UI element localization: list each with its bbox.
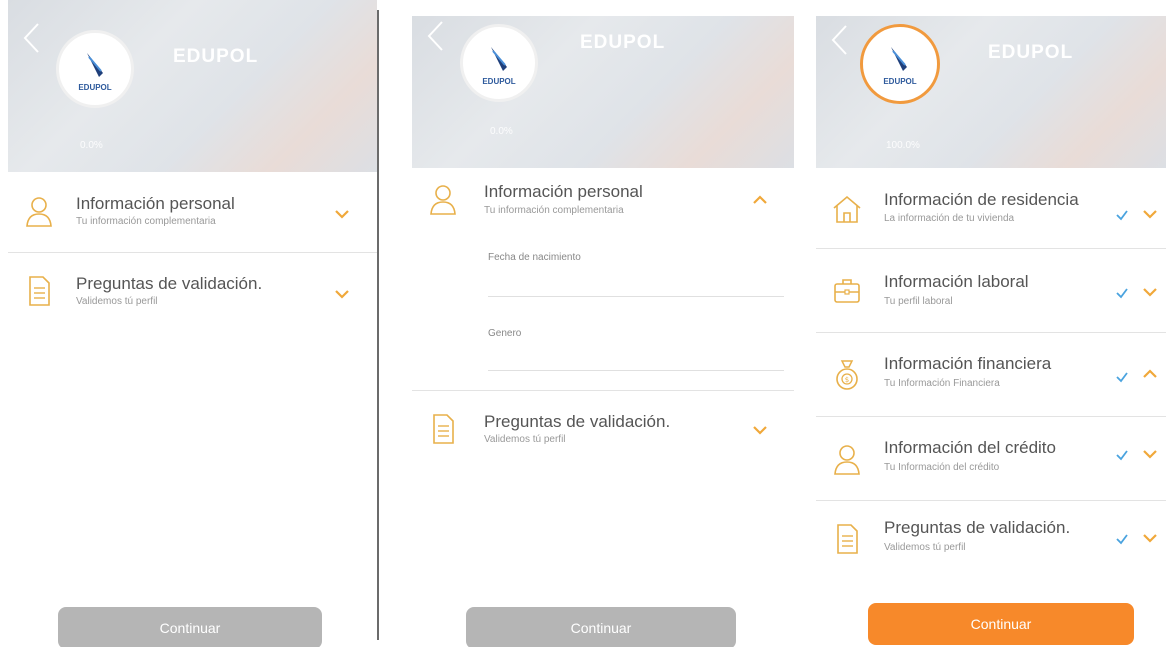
continue-button[interactable]: Continuar — [868, 603, 1134, 645]
logo-text: EDUPOL — [78, 83, 112, 92]
profile-header: EDUPOL EDUPOL 0.0% — [412, 16, 794, 168]
chevron-down-icon[interactable] — [1142, 448, 1158, 460]
logo-text: EDUPOL — [883, 77, 917, 86]
back-icon[interactable] — [20, 20, 42, 56]
svg-text:$: $ — [845, 376, 849, 384]
check-icon — [1116, 534, 1128, 545]
gender-field[interactable] — [488, 370, 784, 371]
screen-3: EDUPOL EDUPOL 100.0% Información de resi… — [816, 0, 1166, 647]
logo-text: EDUPOL — [482, 77, 516, 86]
chevron-up-icon[interactable] — [752, 194, 768, 206]
section-subtitle: Tu información complementaria — [484, 205, 624, 216]
section-title: Información financiera — [884, 354, 1052, 373]
gender-label: Genero — [488, 328, 522, 339]
briefcase-icon — [832, 274, 862, 308]
section-personal-info[interactable]: Información personal Tu información comp… — [8, 172, 377, 253]
section-title: Preguntas de validación. — [884, 518, 1071, 537]
document-icon — [428, 412, 458, 446]
user-icon — [24, 194, 54, 228]
section-subtitle: Tu información complementaria — [76, 216, 216, 227]
progress-percent: 100.0% — [886, 140, 920, 151]
chevron-up-icon[interactable] — [1142, 368, 1158, 380]
progress-percent: 0.0% — [80, 140, 103, 151]
screen-2: EDUPOL EDUPOL 0.0% Información personal … — [412, 0, 794, 647]
user-icon — [428, 182, 458, 216]
progress-percent: 0.0% — [490, 126, 513, 137]
section-subtitle: Validemos tú perfil — [76, 296, 158, 307]
section-subtitle: La información de tu vivienda — [884, 213, 1015, 224]
section-title: Preguntas de validación. — [76, 274, 263, 293]
profile-header: EDUPOL EDUPOL 100.0% — [816, 16, 1166, 168]
brand-name: EDUPOL — [580, 32, 666, 53]
section-financial-info[interactable]: $ Información financiera Tu Información … — [816, 332, 1166, 417]
user-icon — [832, 442, 862, 476]
section-subtitle: Tu perfil laboral — [884, 296, 953, 307]
section-title: Información del crédito — [884, 438, 1056, 457]
continue-button[interactable]: Continuar — [58, 607, 322, 647]
section-subtitle: Validemos tú perfil — [884, 542, 966, 553]
section-validation-questions[interactable]: Preguntas de validación. Validemos tú pe… — [816, 500, 1166, 584]
back-icon[interactable] — [828, 22, 850, 58]
house-icon — [832, 192, 862, 226]
chevron-down-icon[interactable] — [1142, 286, 1158, 298]
section-title: Información de residencia — [884, 190, 1079, 209]
check-icon — [1116, 372, 1128, 383]
section-title: Preguntas de validación. — [484, 412, 671, 431]
chevron-down-icon[interactable] — [334, 288, 350, 300]
brand-name: EDUPOL — [173, 46, 259, 67]
section-subtitle: Tu Información Financiera — [884, 378, 1000, 389]
birthdate-label: Fecha de nacimiento — [488, 252, 581, 263]
chevron-down-icon[interactable] — [752, 424, 768, 436]
section-subtitle: Validemos tú perfil — [484, 434, 566, 445]
logo: EDUPOL — [460, 24, 538, 102]
section-credit-info[interactable]: Información del crédito Tu Información d… — [816, 416, 1166, 501]
birthdate-field[interactable] — [488, 296, 784, 297]
logo: EDUPOL — [860, 24, 940, 104]
document-icon — [24, 274, 54, 308]
chevron-down-icon[interactable] — [334, 208, 350, 220]
section-validation-questions[interactable]: Preguntas de validación. Validemos tú pe… — [8, 252, 377, 332]
section-title: Información laboral — [884, 272, 1029, 291]
section-title: Información personal — [76, 194, 235, 213]
section-personal-info[interactable]: Información personal Tu información comp… — [412, 168, 794, 391]
brand-name: EDUPOL — [988, 42, 1074, 63]
chevron-down-icon[interactable] — [1142, 532, 1158, 544]
section-employment-info[interactable]: Información laboral Tu perfil laboral — [816, 248, 1166, 333]
section-validation-questions[interactable]: Preguntas de validación. Validemos tú pe… — [412, 390, 794, 470]
continue-button[interactable]: Continuar — [466, 607, 736, 647]
profile-header: EDUPOL EDUPOL 0.0% — [8, 0, 377, 172]
check-icon — [1116, 288, 1128, 299]
section-subtitle: Tu Información del crédito — [884, 462, 1000, 473]
chevron-down-icon[interactable] — [1142, 208, 1158, 220]
document-icon — [832, 522, 862, 556]
screen-1: EDUPOL EDUPOL 0.0% Información personal … — [8, 0, 377, 647]
section-title: Información personal — [484, 182, 643, 201]
back-icon[interactable] — [424, 18, 446, 54]
logo: EDUPOL — [56, 30, 134, 108]
money-bag-icon: $ — [832, 358, 862, 392]
check-icon — [1116, 210, 1128, 221]
section-residence-info[interactable]: Información de residencia La información… — [816, 168, 1166, 249]
screen-divider — [377, 10, 379, 640]
check-icon — [1116, 450, 1128, 461]
